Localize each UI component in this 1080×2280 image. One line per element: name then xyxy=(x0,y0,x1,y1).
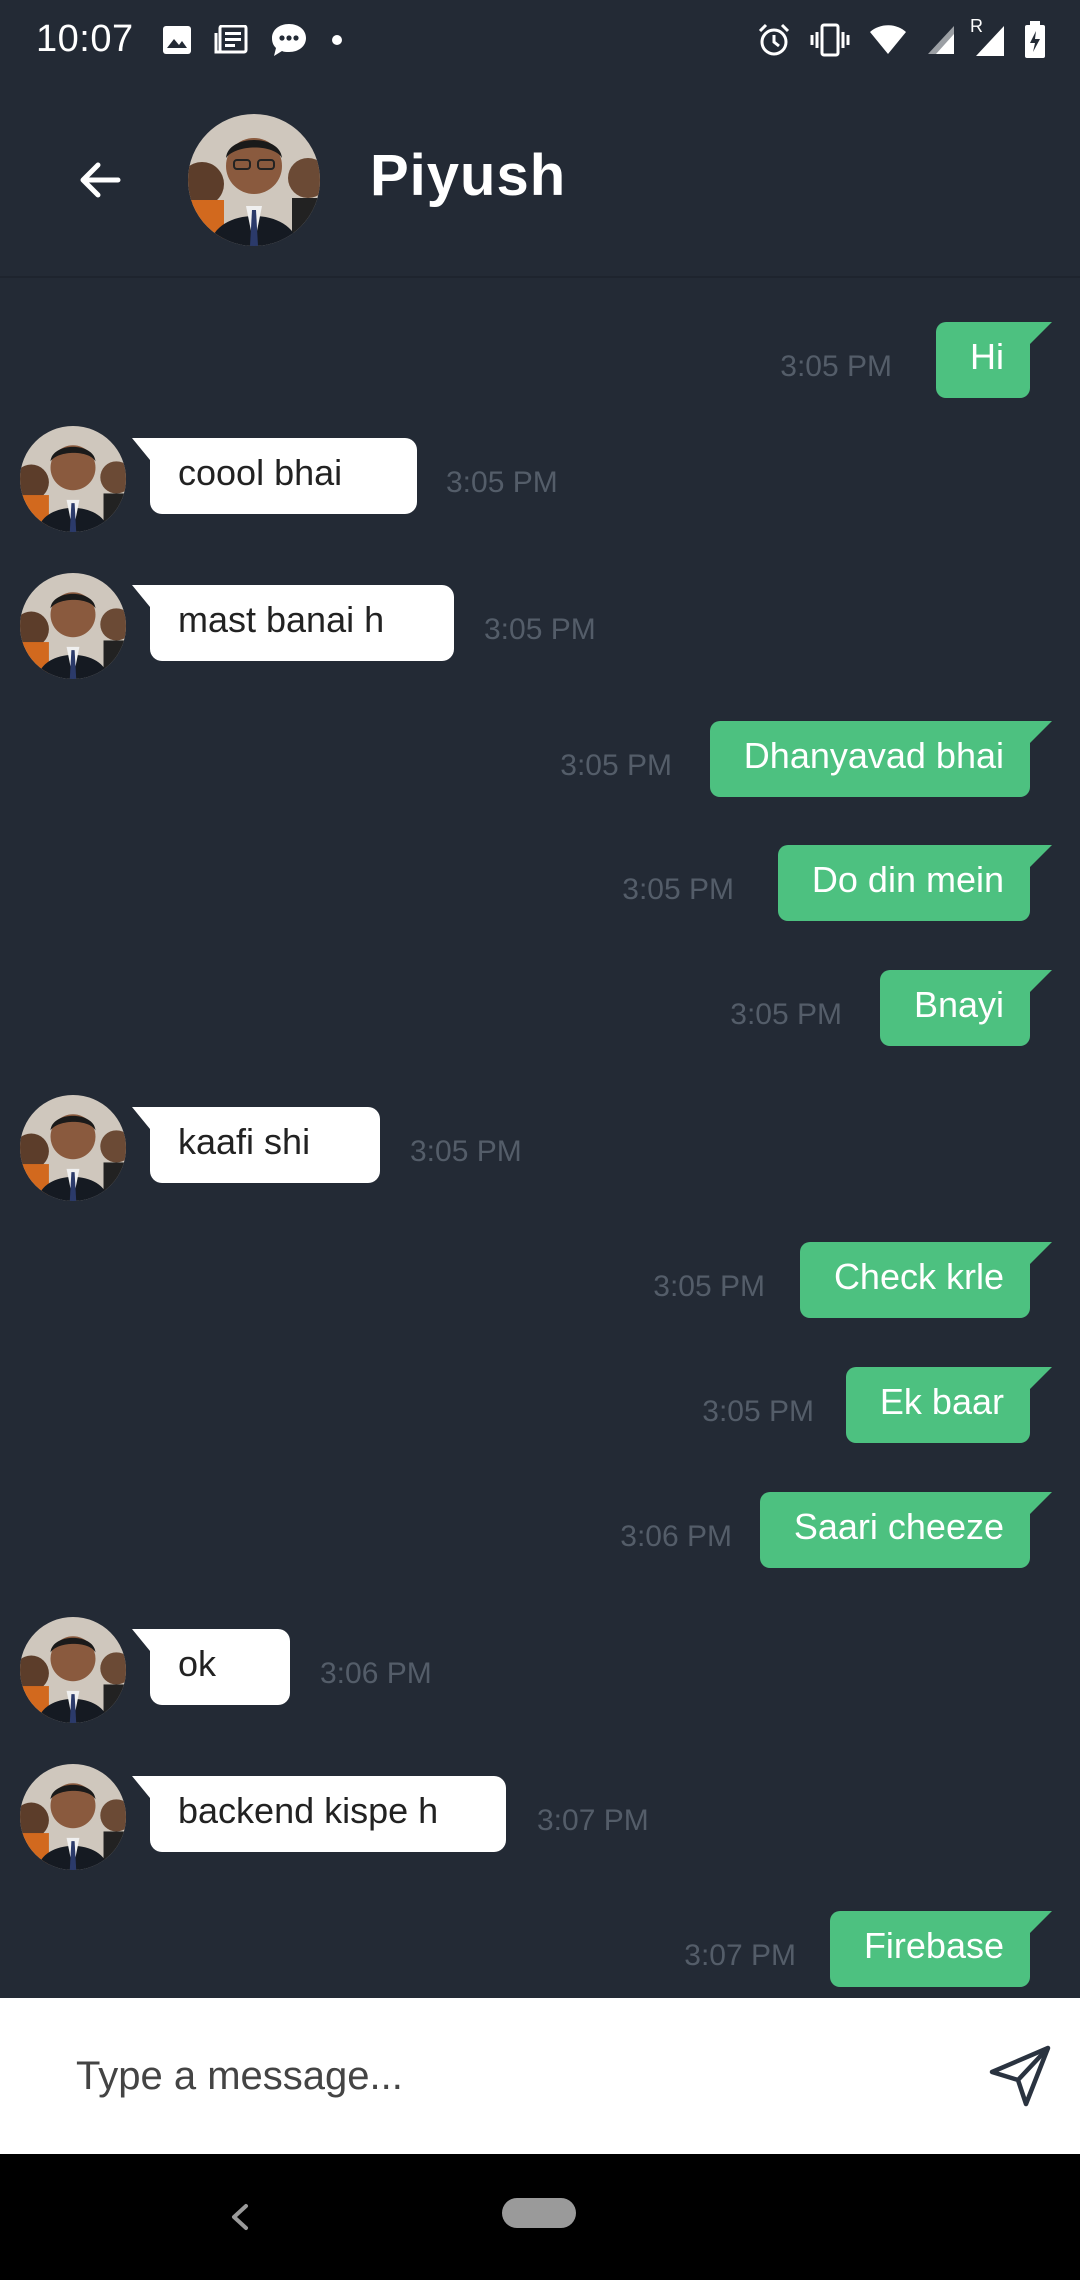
sent-message-bubble[interactable]: Do din mein xyxy=(777,845,1053,921)
message-composer xyxy=(0,1998,1080,2154)
send-icon xyxy=(989,2045,1051,2107)
message-time: 3:05 PM xyxy=(622,873,734,906)
message-row: 3:05 PM Check krle xyxy=(0,1242,1080,1322)
news-icon xyxy=(214,25,248,55)
sent-message-bubble[interactable]: Saari cheeze xyxy=(759,1492,1053,1568)
message-row: backend kispe h 3:07 PM xyxy=(0,1764,1080,1874)
message-row: 3:05 PM Do din mein xyxy=(0,845,1080,925)
received-message-bubble[interactable]: ok xyxy=(132,1629,290,1705)
message-row: ok 3:06 PM xyxy=(0,1617,1080,1727)
sender-avatar[interactable] xyxy=(20,426,126,532)
message-time: 3:05 PM xyxy=(484,613,596,646)
received-message-bubble[interactable]: backend kispe h xyxy=(132,1776,506,1852)
notification-icons xyxy=(162,22,344,58)
contact-avatar[interactable] xyxy=(188,114,320,246)
sender-avatar[interactable] xyxy=(20,1764,126,1870)
image-icon xyxy=(162,25,192,55)
send-button[interactable] xyxy=(988,2044,1052,2108)
sent-message-bubble[interactable]: Firebase xyxy=(829,1911,1053,1987)
message-row: kaafi shi 3:05 PM xyxy=(0,1095,1080,1205)
message-row: 3:07 PM Firebase xyxy=(0,1911,1080,1991)
sent-message-bubble[interactable]: Hi xyxy=(936,322,1052,398)
arrow-left-icon xyxy=(80,162,121,198)
roaming-signal-icon: R xyxy=(970,16,1006,58)
contact-name: Piyush xyxy=(370,143,567,208)
received-message-bubble[interactable]: mast banai h xyxy=(132,585,454,661)
alarm-icon xyxy=(756,22,792,58)
message-time: 3:05 PM xyxy=(653,1270,765,1303)
message-time: 3:05 PM xyxy=(702,1395,814,1428)
nav-back-icon xyxy=(232,2204,248,2230)
received-message-bubble[interactable]: kaafi shi xyxy=(132,1107,380,1183)
message-time: 3:06 PM xyxy=(620,1520,732,1553)
vibrate-icon xyxy=(810,22,850,58)
sent-message-bubble[interactable]: Bnayi xyxy=(879,970,1053,1046)
system-nav-bar xyxy=(0,2154,1080,2280)
sender-avatar[interactable] xyxy=(20,1095,126,1201)
signal-icon xyxy=(926,24,956,56)
back-button[interactable] xyxy=(64,144,136,216)
status-time: 10:07 xyxy=(36,18,134,60)
sender-avatar[interactable] xyxy=(20,1617,126,1723)
chat-bubble-icon xyxy=(270,22,308,58)
wifi-icon xyxy=(868,24,908,56)
message-time: 3:05 PM xyxy=(560,749,672,782)
sent-message-bubble[interactable]: Dhanyavad bhai xyxy=(709,721,1053,797)
status-bar: 10:07 R xyxy=(0,0,1080,80)
chat-header: Piyush xyxy=(0,80,1080,278)
message-row: 3:05 PM Dhanyavad bhai xyxy=(0,721,1080,801)
sent-message-bubble[interactable]: Ek baar xyxy=(845,1367,1053,1443)
message-row: 3:05 PM Ek baar xyxy=(0,1367,1080,1447)
home-pill-icon[interactable] xyxy=(502,2198,576,2228)
message-time: 3:05 PM xyxy=(730,998,842,1031)
roaming-label: R xyxy=(970,16,983,36)
battery-charging-icon xyxy=(1024,21,1046,59)
message-time: 3:07 PM xyxy=(684,1939,796,1972)
message-row: mast banai h 3:05 PM xyxy=(0,573,1080,683)
sent-message-bubble[interactable]: Check krle xyxy=(799,1242,1053,1318)
received-message-bubble[interactable]: coool bhai xyxy=(132,438,417,514)
message-row: 3:06 PM Saari cheeze xyxy=(0,1492,1080,1572)
message-time: 3:05 PM xyxy=(410,1135,522,1168)
message-row: coool bhai 3:05 PM xyxy=(0,426,1080,536)
message-time: 3:05 PM xyxy=(446,466,558,499)
nav-back-button[interactable] xyxy=(218,2190,262,2244)
system-icons: R xyxy=(756,16,1046,60)
message-input[interactable] xyxy=(76,2044,916,2108)
message-time: 3:05 PM xyxy=(780,350,892,383)
message-row: 3:05 PM Hi xyxy=(0,302,1080,398)
sender-avatar[interactable] xyxy=(20,573,126,679)
message-time: 3:07 PM xyxy=(537,1804,649,1837)
message-time: 3:06 PM xyxy=(320,1657,432,1690)
message-row: 3:05 PM Bnayi xyxy=(0,970,1080,1050)
message-list[interactable]: 3:05 PM Hi coool bhai 3:05 PM mast banai… xyxy=(0,280,1080,1998)
dot-icon xyxy=(330,33,344,47)
